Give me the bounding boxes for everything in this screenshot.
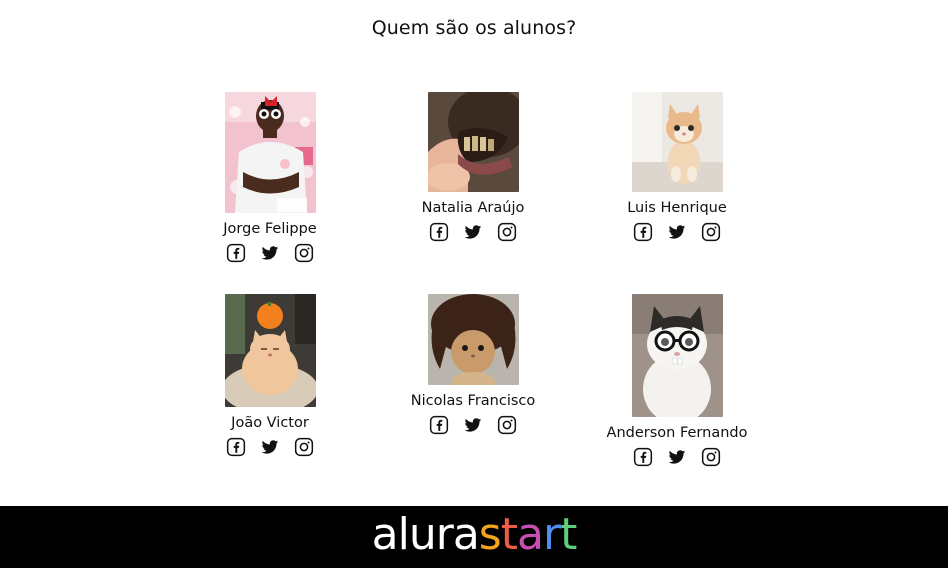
instagram-icon[interactable]	[701, 222, 721, 242]
student-card: João Victor	[180, 294, 360, 457]
facebook-icon[interactable]	[226, 243, 246, 263]
social-links	[429, 415, 517, 435]
student-photo	[427, 92, 519, 192]
twitter-icon[interactable]	[667, 222, 687, 242]
student-photo	[224, 92, 316, 213]
social-links	[226, 437, 314, 457]
facebook-icon[interactable]	[429, 222, 449, 242]
student-name: Jorge Felippe	[223, 221, 317, 237]
twitter-icon[interactable]	[260, 437, 280, 457]
students-row: João Victor Nicolas Francisco Anderson F…	[0, 294, 948, 484]
student-name: João Victor	[231, 415, 309, 431]
student-name: Nicolas Francisco	[410, 393, 536, 409]
instagram-icon[interactable]	[497, 222, 517, 242]
instagram-icon[interactable]	[294, 437, 314, 457]
student-card: Jorge Felippe	[180, 92, 360, 263]
logo-letter: a	[517, 509, 544, 560]
student-card: Anderson Fernando	[587, 294, 767, 467]
student-name: Luis Henrique	[627, 200, 727, 216]
social-links	[633, 222, 721, 242]
alura-start-logo[interactable]: alura s t a r t	[371, 509, 578, 560]
student-name: Natalia Araújo	[421, 200, 525, 216]
instagram-icon[interactable]	[701, 447, 721, 467]
student-card: Nicolas Francisco	[383, 294, 563, 435]
student-photo	[631, 294, 723, 417]
twitter-icon[interactable]	[667, 447, 687, 467]
student-photo	[631, 92, 723, 192]
student-photo	[427, 294, 519, 385]
twitter-icon[interactable]	[463, 415, 483, 435]
students-grid: Jorge Felippe Natalia Araújo Luis Henriq…	[0, 92, 948, 484]
footer: alura s t a r t	[0, 506, 948, 568]
logo-text-alura: alura	[371, 509, 480, 560]
facebook-icon[interactable]	[633, 447, 653, 467]
logo-letter: r	[542, 509, 561, 560]
logo-letter: s	[478, 509, 502, 560]
facebook-icon[interactable]	[429, 415, 449, 435]
student-name: Anderson Fernando	[606, 425, 748, 441]
twitter-icon[interactable]	[463, 222, 483, 242]
social-links	[226, 243, 314, 263]
social-links	[429, 222, 517, 242]
students-row: Jorge Felippe Natalia Araújo Luis Henriq…	[0, 92, 948, 294]
instagram-icon[interactable]	[294, 243, 314, 263]
logo-letter: t	[500, 509, 518, 560]
instagram-icon[interactable]	[497, 415, 517, 435]
twitter-icon[interactable]	[260, 243, 280, 263]
facebook-icon[interactable]	[226, 437, 246, 457]
student-card: Luis Henrique	[587, 92, 767, 242]
logo-letter: t	[560, 509, 577, 560]
page-title: Quem são os alunos?	[371, 17, 577, 39]
student-card: Natalia Araújo	[383, 92, 563, 242]
facebook-icon[interactable]	[633, 222, 653, 242]
student-photo	[224, 294, 316, 407]
social-links	[633, 447, 721, 467]
